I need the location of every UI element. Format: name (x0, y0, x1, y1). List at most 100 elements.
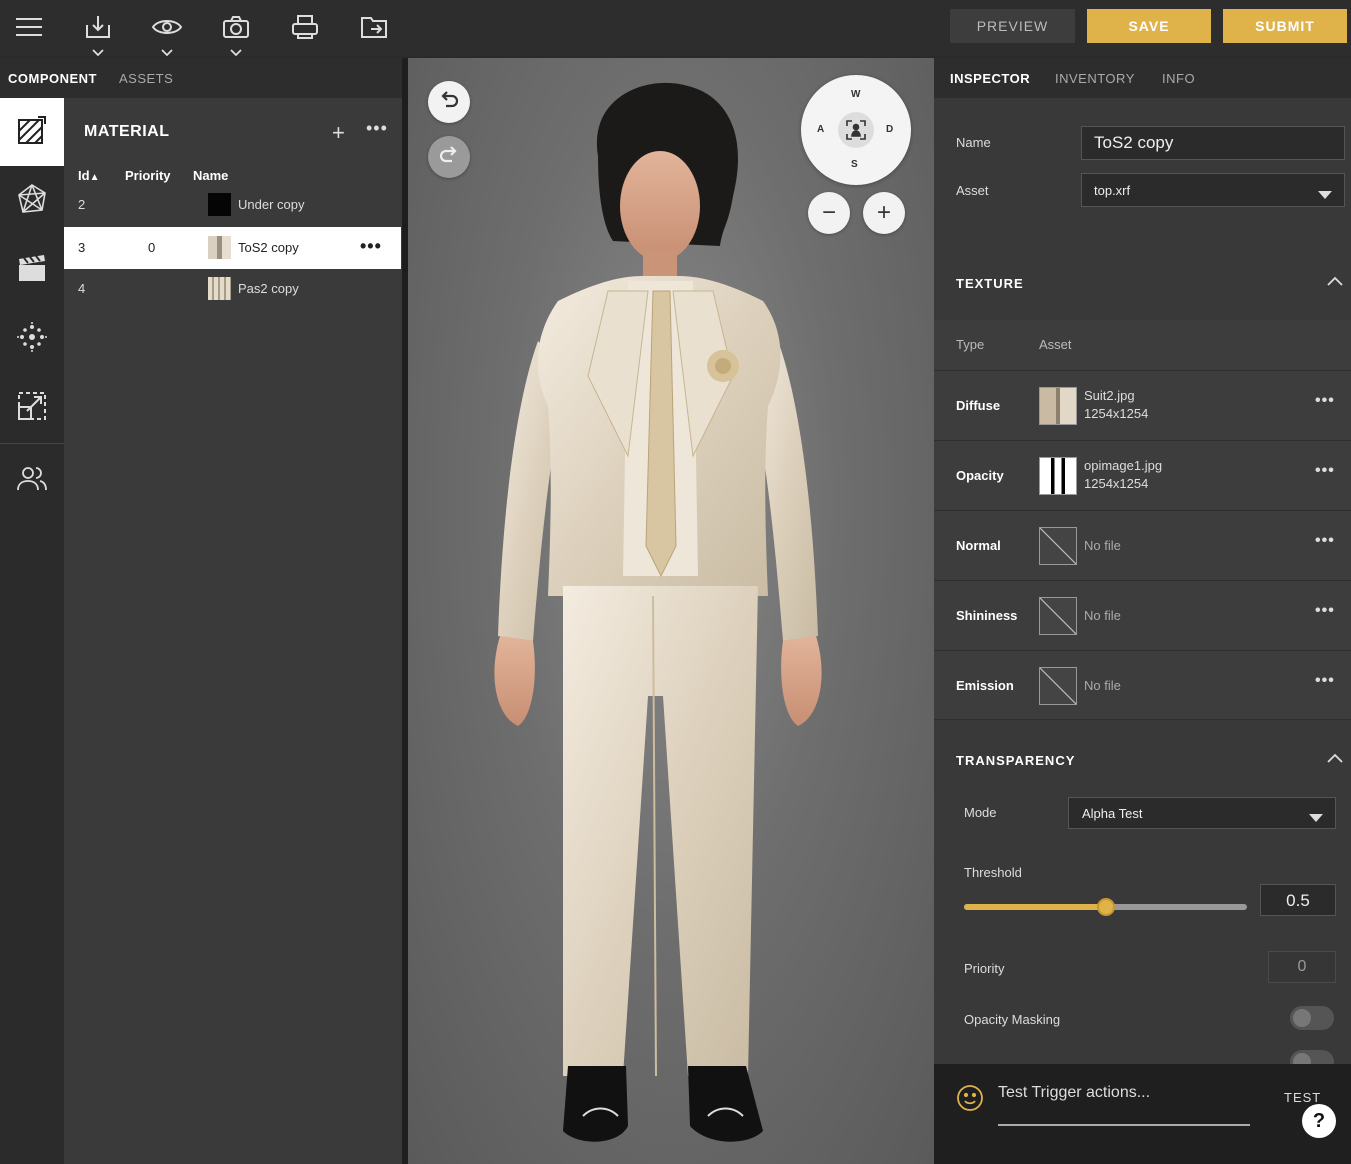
export-icon[interactable] (357, 10, 391, 44)
submit-button[interactable]: SUBMIT (1223, 9, 1347, 43)
test-button[interactable]: TEST (1284, 1090, 1321, 1105)
material-thumbnail (208, 193, 231, 216)
texture-title: TEXTURE (956, 276, 1024, 291)
material-row[interactable]: 2 Under copy (64, 184, 401, 226)
texture-more-icon[interactable]: ••• (1315, 602, 1335, 620)
empty-texture-icon[interactable] (1039, 597, 1077, 635)
column-priority[interactable]: Priority (125, 168, 171, 183)
rail-divider (0, 443, 64, 444)
threshold-slider-fill (964, 904, 1106, 910)
texture-file: Suit2.jpg (1084, 388, 1135, 403)
nav-d[interactable]: D (886, 124, 893, 135)
tab-info[interactable]: INFO (1162, 71, 1195, 86)
chevron-down-icon (1318, 187, 1332, 202)
save-button[interactable]: SAVE (1087, 9, 1211, 43)
texture-row-opacity[interactable]: Opacity opimage1.jpg 1254x1254 ••• (934, 440, 1351, 510)
mode-select[interactable]: Alpha Test (1068, 797, 1336, 829)
preview-button[interactable]: PREVIEW (950, 9, 1075, 43)
material-row[interactable]: 4 Pas2 copy (64, 268, 401, 310)
texture-row-normal[interactable]: Normal No file ••• (934, 510, 1351, 580)
particles-icon (16, 321, 48, 358)
tab-assets[interactable]: ASSETS (119, 71, 173, 86)
transparency-section-header[interactable]: TRANSPARENCY (934, 753, 1351, 768)
texture-more-icon[interactable]: ••• (1315, 392, 1335, 410)
threshold-slider-knob[interactable] (1096, 898, 1115, 916)
inspector-panel: INSPECTOR INVENTORY INFO Name ToS2 copy … (934, 58, 1351, 1164)
row-name: ToS2 copy (238, 240, 299, 255)
rail-animation[interactable] (0, 236, 64, 304)
chevron-up-icon[interactable] (1327, 751, 1343, 766)
material-icon (16, 114, 48, 151)
priority-input[interactable]: 0 (1268, 951, 1336, 983)
empty-texture-icon[interactable] (1039, 667, 1077, 705)
mode-select-value: Alpha Test (1082, 806, 1143, 821)
left-tabs: COMPONENT ASSETS (0, 58, 402, 98)
3d-viewport[interactable]: W A S D − + (408, 58, 934, 1164)
inspector-tabs: INSPECTOR INVENTORY INFO (934, 58, 1351, 98)
threshold-input[interactable]: 0.5 (1260, 884, 1336, 916)
plus-icon: + (876, 199, 891, 226)
name-input[interactable]: ToS2 copy (1081, 126, 1345, 160)
tab-component[interactable]: COMPONENT (8, 71, 97, 86)
texture-label: Diffuse (956, 398, 1001, 413)
row-name: Pas2 copy (238, 281, 299, 296)
texture-row-shininess[interactable]: Shininess No file ••• (934, 580, 1351, 650)
eye-icon[interactable] (150, 10, 184, 44)
rail-users[interactable] (0, 446, 64, 514)
opacity-masking-label: Opacity Masking (964, 1012, 1061, 1027)
opacity-thumbnail[interactable] (1039, 457, 1077, 495)
asset-select[interactable]: top.xrf (1081, 173, 1345, 207)
column-name[interactable]: Name (193, 168, 228, 183)
material-more-icon[interactable]: ••• (366, 118, 388, 139)
row-name: Under copy (238, 197, 305, 212)
eye-caret-icon[interactable] (161, 44, 173, 57)
tab-inventory[interactable]: INVENTORY (1055, 71, 1135, 86)
chevron-up-icon[interactable] (1327, 274, 1343, 289)
rail-particles[interactable] (0, 305, 64, 373)
priority-label: Priority (964, 961, 1005, 976)
empty-texture-icon[interactable] (1039, 527, 1077, 565)
transparency-title: TRANSPARENCY (956, 753, 1076, 768)
users-icon (16, 464, 48, 497)
material-row-selected[interactable]: 3 0 ToS2 copy ••• (64, 227, 401, 269)
row-priority: 0 (148, 240, 156, 255)
camera-caret-icon[interactable] (230, 44, 242, 57)
texture-more-icon[interactable]: ••• (1315, 532, 1335, 550)
texture-type-header: Type (956, 337, 985, 352)
diffuse-thumbnail[interactable] (1039, 387, 1077, 425)
material-thumbnail (208, 277, 231, 300)
print-icon[interactable] (288, 10, 322, 44)
top-toolbar: PREVIEW SAVE SUBMIT (0, 0, 1351, 57)
test-input-underline (998, 1124, 1250, 1126)
help-button[interactable]: ? (1302, 1104, 1336, 1138)
download-caret-icon[interactable] (92, 44, 104, 57)
texture-section-header[interactable]: TEXTURE (934, 276, 1351, 291)
zoom-in-button[interactable]: + (863, 192, 905, 234)
download-icon[interactable] (81, 10, 115, 44)
texture-size: 1254x1254 (1084, 476, 1149, 491)
test-trigger-input[interactable]: Test Trigger actions... (998, 1084, 1150, 1102)
add-material-icon[interactable]: + (332, 120, 345, 146)
texture-row-emission[interactable]: Emission No file ••• (934, 650, 1351, 720)
smiley-icon[interactable] (956, 1084, 984, 1117)
camera-icon[interactable] (219, 10, 253, 44)
texture-more-icon[interactable]: ••• (1315, 462, 1335, 480)
icon-rail (0, 98, 64, 1164)
texture-file: No file (1084, 538, 1121, 553)
texture-more-icon[interactable]: ••• (1315, 672, 1335, 690)
tab-inspector[interactable]: INSPECTOR (950, 71, 1030, 86)
texture-row-diffuse[interactable]: Diffuse Suit2.jpg 1254x1254 ••• (934, 370, 1351, 440)
sort-asc-icon: ▲ (89, 172, 100, 183)
texture-file: No file (1084, 608, 1121, 623)
menu-icon[interactable] (12, 10, 46, 44)
row-id: 4 (78, 281, 86, 296)
texture-asset-header: Asset (1039, 337, 1072, 352)
threshold-slider[interactable] (964, 898, 1247, 916)
threshold-label: Threshold (964, 865, 1022, 880)
opacity-masking-toggle[interactable] (1290, 1006, 1334, 1030)
rail-resize[interactable] (0, 374, 64, 442)
rail-material[interactable] (0, 98, 64, 166)
rail-mesh[interactable] (0, 167, 64, 235)
row-more-icon[interactable]: ••• (360, 236, 382, 257)
column-id[interactable]: Id▲ (78, 168, 99, 183)
